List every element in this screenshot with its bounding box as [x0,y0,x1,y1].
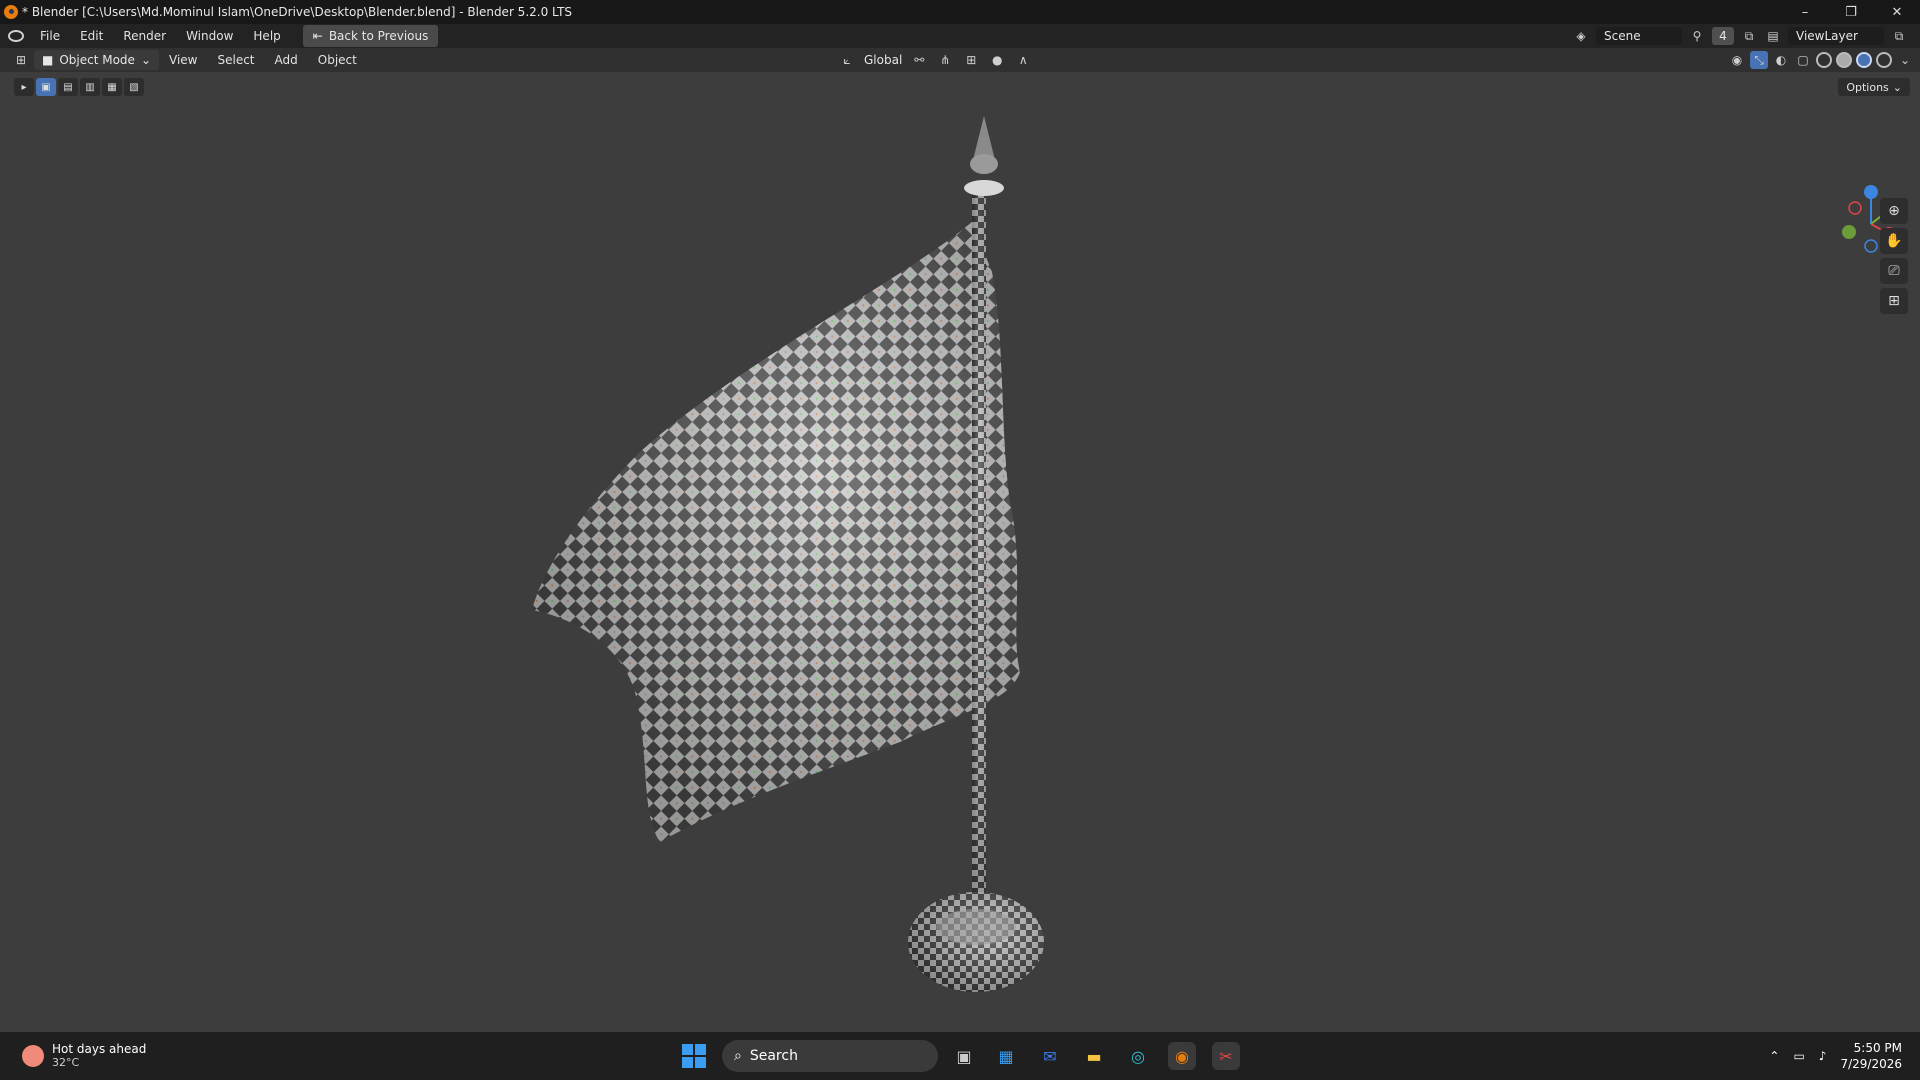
editor-type-icon[interactable]: ⊞ [12,51,30,69]
pivot-point-icon[interactable]: ⚯ [910,51,928,69]
mode-subtract-icon[interactable]: ▥ [80,78,100,96]
scene-field[interactable]: Scene [1596,27,1682,45]
3d-viewport[interactable] [0,72,1920,1032]
volume-icon[interactable]: ♪ [1819,1049,1827,1063]
pole-base[interactable] [908,892,1044,992]
title-bar: * Blender [C:\Users\Md.Mominul Islam\One… [0,0,1920,24]
options-dropdown[interactable]: Options ⌄ [1838,78,1910,96]
menu-object[interactable]: Object [308,48,367,72]
neg-x-axis-icon [1848,201,1862,215]
view-layer-field[interactable]: ViewLayer [1788,27,1884,45]
menu-render[interactable]: Render [113,24,176,48]
menu-file[interactable]: File [30,24,70,48]
snap-target-icon[interactable]: ⊞ [962,51,980,69]
rendered-shading-icon[interactable] [1876,52,1892,68]
zoom-icon[interactable]: ⊕ [1880,198,1908,224]
taskbar-search[interactable]: ⌕ Search [722,1040,938,1072]
flag-pole[interactable] [972,182,986,972]
menu-add[interactable]: Add [265,48,308,72]
flag-cloth[interactable] [532,222,1020,842]
taskbar: Hot days ahead 32°C ⌕ Search ▣ ▦ ✉ ▬ ◎ ◉… [0,1032,1920,1080]
workspace-controls: ◈ Scene ⚲ 4 ⧉ ▤ ViewLayer ⧉ [1572,24,1908,48]
mode-invert-icon[interactable]: ▦ [102,78,122,96]
solid-shading-icon[interactable] [1836,52,1852,68]
neg-y-axis-icon [1842,225,1856,239]
network-icon[interactable]: ▭ [1793,1049,1804,1063]
camera-view-icon[interactable]: ⎚ [1880,258,1908,284]
chevron-down-icon: ⌄ [1892,80,1902,94]
view-layer-icon[interactable]: ▤ [1764,27,1782,45]
edge-icon[interactable]: ◎ [1124,1042,1152,1070]
pan-hand-icon[interactable]: ✋ [1880,228,1908,254]
falloff-icon[interactable]: ∧ [1014,51,1032,69]
back-to-previous-button[interactable]: ⇤ Back to Previous [302,25,439,47]
shading-options-icon[interactable]: ⌄ [1896,51,1914,69]
weather-widget[interactable]: Hot days ahead 32°C [22,1042,146,1069]
weather-temp: 32°C [52,1056,80,1069]
gizmo-toggle-icon[interactable]: ⤡ [1750,51,1768,69]
maximize-button[interactable]: ❐ [1828,0,1874,24]
weather-title: Hot days ahead [52,1042,147,1056]
minimize-button[interactable]: – [1782,0,1828,24]
mode-intersect-icon[interactable]: ▧ [124,78,144,96]
menu-window[interactable]: Window [176,24,243,48]
store-icon[interactable]: ▦ [992,1042,1020,1070]
proportional-editing-icon[interactable]: ● [988,51,1006,69]
wireframe-shading-icon[interactable] [1816,52,1832,68]
transform-orientation-dropdown[interactable]: Global [864,53,902,67]
new-view-layer-icon[interactable]: ⧉ [1890,27,1908,45]
task-view-icon[interactable]: ▣ [950,1042,978,1070]
search-icon: ⌕ [734,1048,742,1064]
file-explorer-icon[interactable]: ▬ [1080,1042,1108,1070]
close-button[interactable]: ✕ [1874,0,1920,24]
snap-icon[interactable]: ⋔ [936,51,954,69]
object-mode-icon: ■ [42,53,54,67]
pole-finial[interactable] [964,116,1004,196]
start-button[interactable] [682,1044,706,1068]
blender-taskbar-icon[interactable]: ◉ [1168,1042,1196,1070]
mode-extend-icon[interactable]: ▤ [58,78,78,96]
window-title: * Blender [C:\Users\Md.Mominul Islam\One… [22,5,573,19]
weather-icon [22,1044,44,1067]
mode-dropdown[interactable]: ■ Object Mode ⌄ [34,50,159,70]
clock-date: 7/29/2026 [1840,1057,1902,1071]
scene-canvas[interactable] [0,72,1920,1032]
blender-logo-icon [4,5,18,19]
mode-set-icon[interactable]: ▣ [36,78,56,96]
outlook-icon[interactable]: ✉ [1036,1042,1064,1070]
menu-select[interactable]: Select [207,48,264,72]
scene-user-count[interactable]: 4 [1712,27,1734,45]
new-scene-icon[interactable]: ⧉ [1740,27,1758,45]
select-box-icon[interactable]: ▸ [14,78,34,96]
clock[interactable]: 5:50 PM 7/29/2026 [1840,1040,1902,1072]
visibility-icon[interactable]: ◉ [1728,51,1746,69]
perspective-grid-icon[interactable]: ⊞ [1880,288,1908,314]
blender-menu-icon[interactable] [8,30,24,42]
system-tray: ⌃ ▭ ♪ 5:50 PM 7/29/2026 [1769,1032,1902,1080]
menu-edit[interactable]: Edit [70,24,113,48]
chevron-down-icon: ⌄ [140,53,151,67]
z-axis-icon [1864,185,1878,199]
search-label: Search [749,1048,798,1064]
back-icon: ⇤ [312,29,323,43]
windows-logo-icon [682,1044,693,1055]
mode-label: Object Mode [59,53,135,67]
overlays-icon[interactable]: ◐ [1772,51,1790,69]
transform-orientation-icon[interactable]: ⟀ [838,51,856,69]
menu-help[interactable]: Help [243,24,290,48]
xray-icon[interactable]: ▢ [1794,51,1812,69]
pin-icon[interactable]: ⚲ [1688,27,1706,45]
options-label: Options [1846,80,1889,94]
clock-time: 5:50 PM [1853,1041,1902,1055]
viewport-header: ⊞ ■ Object Mode ⌄ View Select Add Object… [0,48,1920,72]
select-tool-strip: ▸ ▣ ▤ ▥ ▦ ▧ [14,78,144,96]
snipping-tool-icon[interactable]: ✂ [1212,1042,1240,1070]
neg-z-axis-icon [1864,239,1878,253]
back-to-previous-label: Back to Previous [328,29,429,43]
tray-chevron-up-icon[interactable]: ⌃ [1769,1049,1779,1063]
menu-view[interactable]: View [159,48,207,72]
viewport-navigation: ⊕ ✋ ⎚ ⊞ [1880,198,1908,314]
material-shading-icon[interactable] [1856,52,1872,68]
scene-icon[interactable]: ◈ [1572,27,1590,45]
